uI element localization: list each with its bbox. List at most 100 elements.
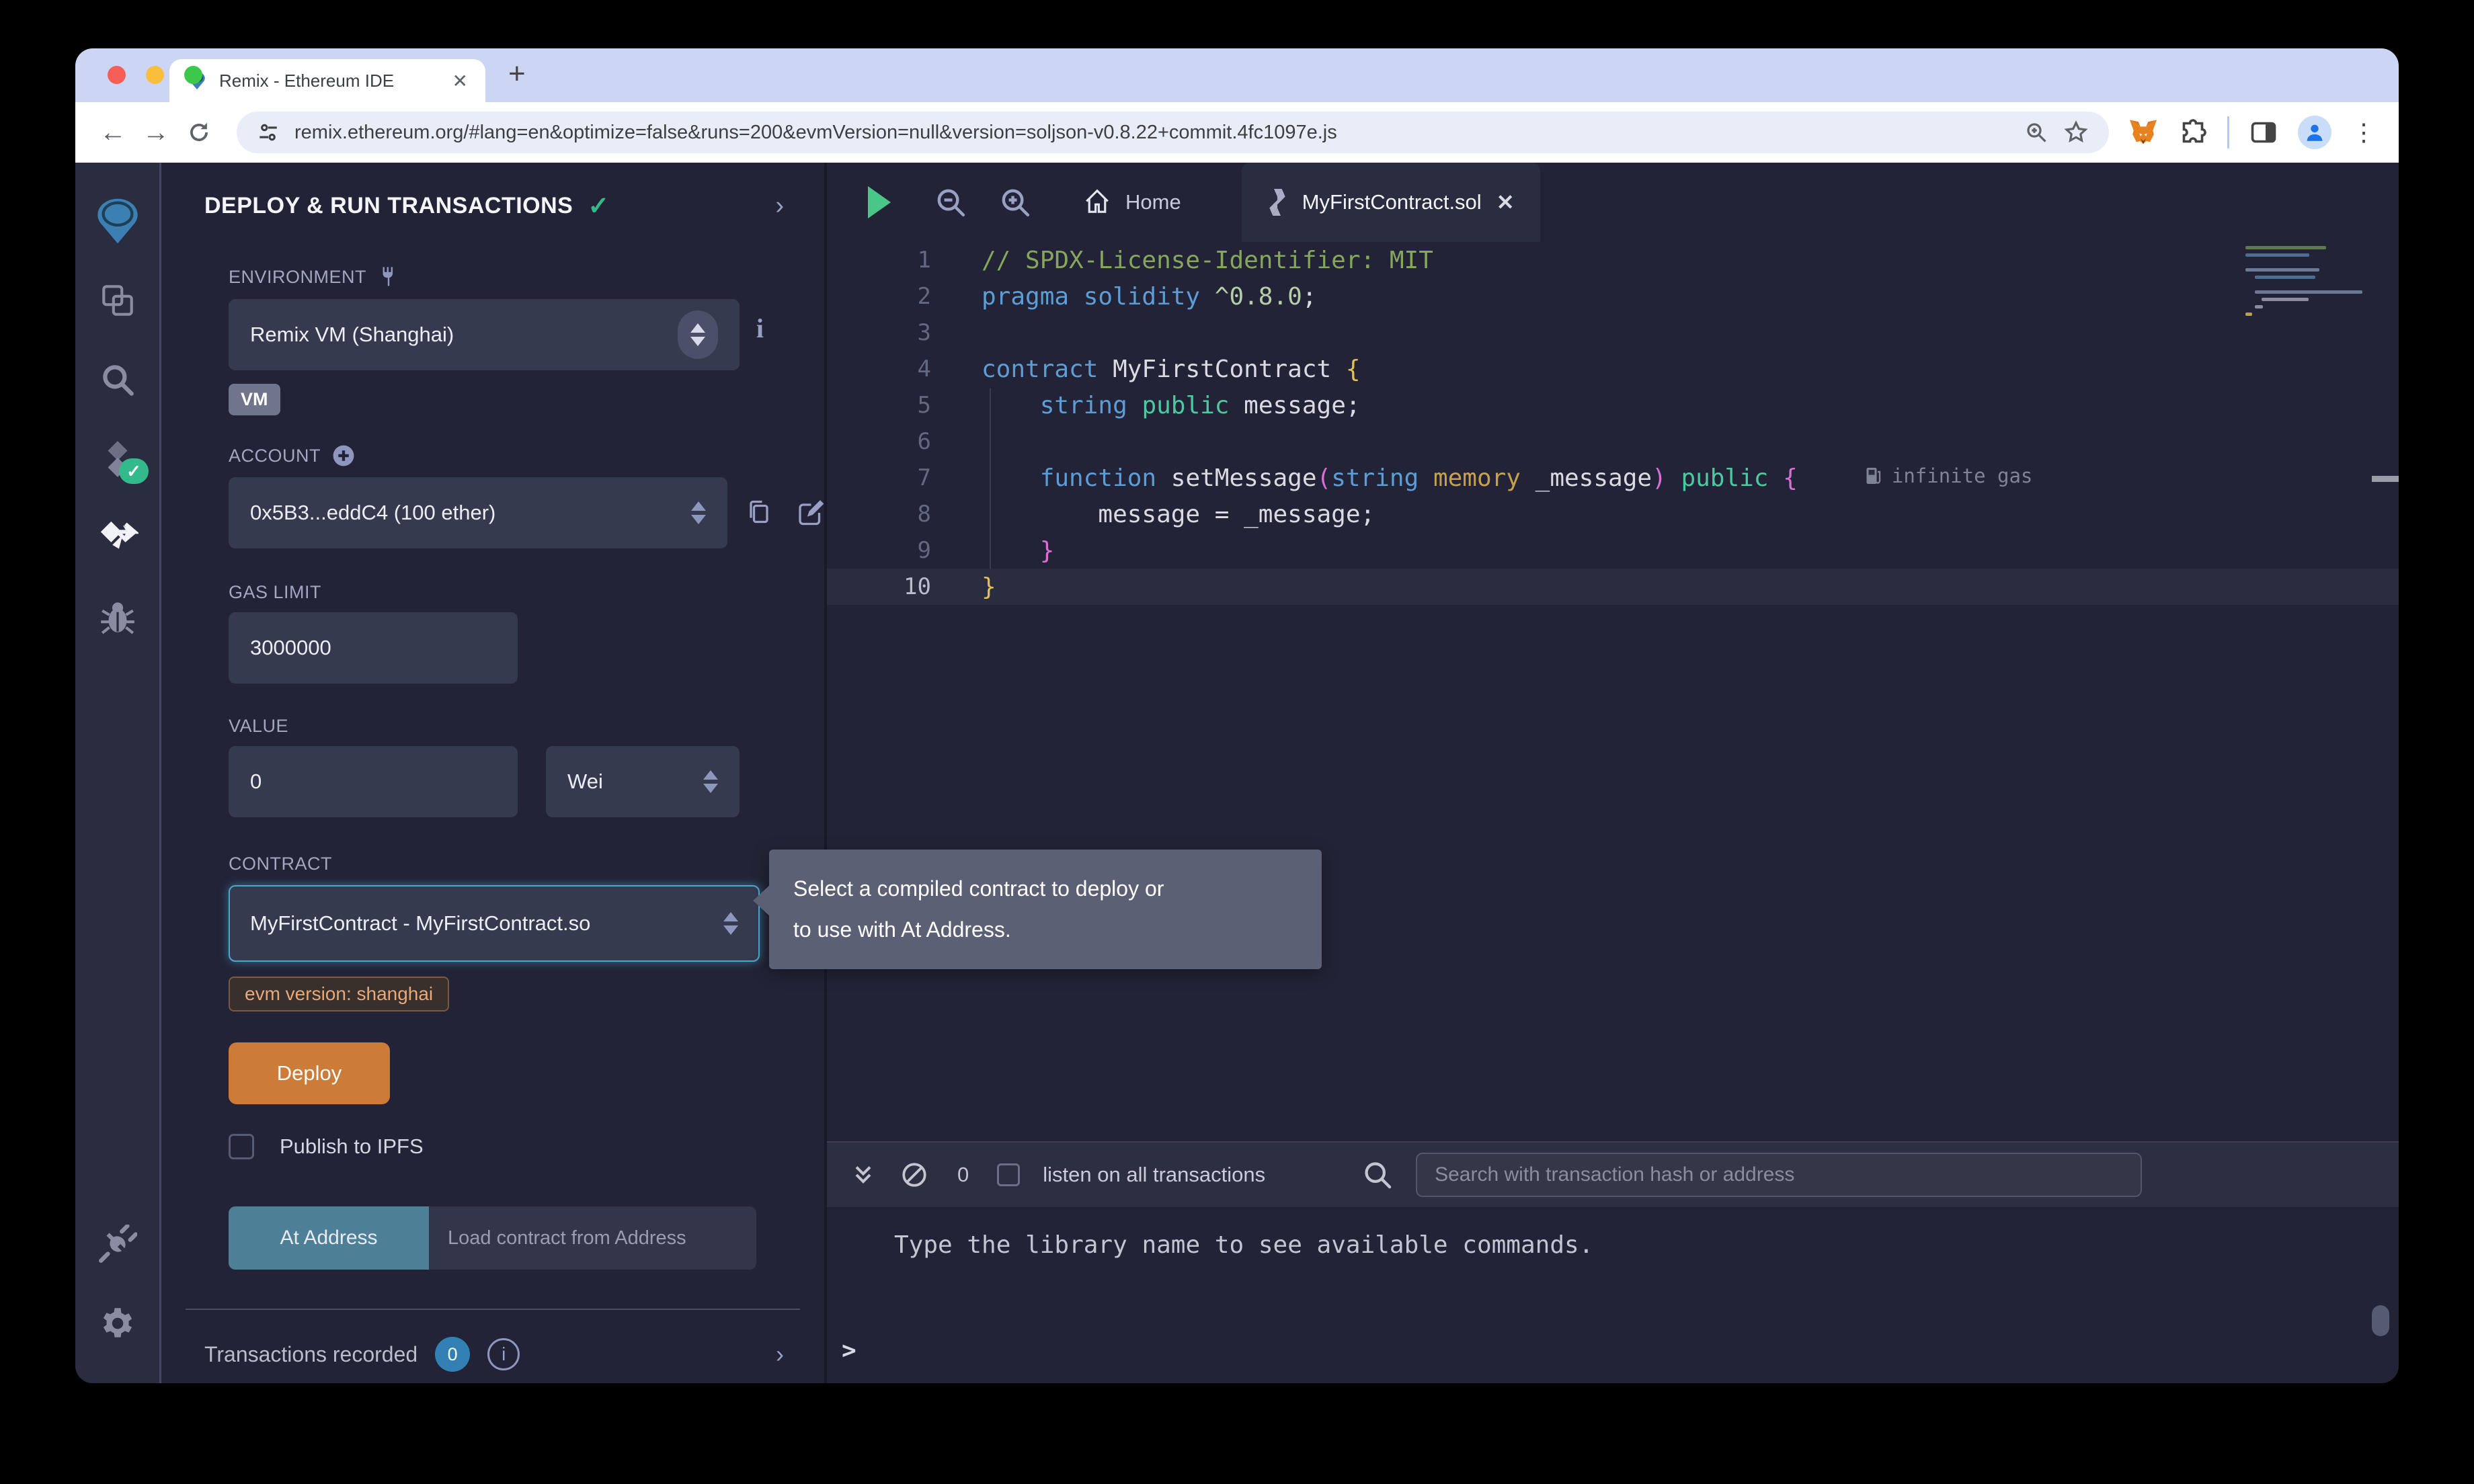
transactions-recorded-label: Transactions recorded	[204, 1342, 417, 1367]
account-add-icon[interactable]	[331, 444, 356, 468]
zoom-page-icon[interactable]	[2024, 120, 2048, 145]
clear-console-icon[interactable]	[900, 1160, 929, 1190]
code-line-2[interactable]: 2pragma solidity ^0.8.0;	[827, 278, 2399, 315]
value-unit-select[interactable]: Wei	[546, 746, 740, 817]
environment-info-icon[interactable]: i	[756, 313, 764, 344]
terminal-prompt: >	[842, 1337, 856, 1364]
line-number: 10	[827, 573, 931, 600]
sidebar-item-debugger[interactable]	[75, 578, 159, 657]
at-address-input[interactable]	[429, 1206, 756, 1270]
url-text[interactable]: remix.ethereum.org/#lang=en&optimize=fal…	[294, 122, 2009, 144]
code-text: }	[931, 573, 996, 601]
run-script-icon[interactable]	[862, 183, 895, 221]
side-panel-icon[interactable]	[2249, 118, 2278, 147]
panel-check-icon: ✓	[588, 191, 609, 221]
listen-transactions-checkbox[interactable]	[997, 1163, 1020, 1186]
profile-avatar[interactable]	[2298, 116, 2331, 149]
bookmark-star-icon[interactable]	[2063, 120, 2089, 145]
toolbar-divider	[2227, 116, 2229, 149]
transactions-info-icon[interactable]: i	[487, 1338, 520, 1370]
file-tab-label: MyFirstContract.sol	[1302, 190, 1482, 214]
contract-tooltip: Select a compiled contract to deploy or …	[769, 850, 1322, 969]
terminal-scrollbar-thumb[interactable]	[2372, 1305, 2389, 1336]
copy-account-icon[interactable]	[745, 499, 773, 527]
editor-scrollbar-marker[interactable]	[2372, 476, 2399, 482]
edit-account-icon[interactable]	[796, 499, 824, 527]
forward-icon[interactable]: →	[137, 118, 175, 148]
metamask-icon[interactable]	[2128, 117, 2159, 148]
terminal-message: Type the library name to see available c…	[894, 1231, 2399, 1259]
terminal-count: 0	[957, 1163, 969, 1187]
terminal-search-input[interactable]	[1416, 1153, 2142, 1197]
code-line-5[interactable]: 5 string public message;	[827, 387, 2399, 423]
at-address-button[interactable]: At Address	[229, 1206, 429, 1270]
collapse-terminal-icon[interactable]	[850, 1161, 877, 1188]
browser-toolbar: ← → remix.ethereum.org/#lang=en&optimize…	[75, 102, 2399, 163]
terminal: 0 listen on all transactions Type the li…	[827, 1141, 2399, 1383]
transactions-recorded-row[interactable]: Transactions recorded 0 i ›	[204, 1337, 784, 1372]
sidebar-item-file-explorer[interactable]	[75, 261, 159, 340]
environment-plug-icon[interactable]	[377, 265, 400, 288]
home-icon	[1082, 188, 1112, 217]
url-bar[interactable]: remix.ethereum.org/#lang=en&optimize=fal…	[237, 112, 2109, 153]
sidebar-item-plugin-manager[interactable]	[75, 1204, 159, 1284]
environment-value: Remix VM (Shanghai)	[250, 323, 454, 347]
sidebar-item-solidity-compiler[interactable]: ✓	[75, 419, 159, 499]
browser-tab[interactable]: Remix - Ethereum IDE ✕	[169, 59, 485, 102]
back-icon[interactable]: ←	[94, 118, 132, 148]
tab-home[interactable]: Home	[1082, 188, 1181, 217]
close-window-button[interactable]	[108, 66, 126, 84]
file-tab-close-icon[interactable]: ✕	[1497, 190, 1515, 215]
site-settings-icon[interactable]	[257, 121, 280, 144]
panel-expand-icon[interactable]: ›	[775, 192, 784, 220]
transactions-count-badge: 0	[435, 1337, 470, 1372]
zoom-in-icon[interactable]	[999, 186, 1031, 218]
code-line-6[interactable]: 6	[827, 423, 2399, 460]
contract-select-arrows-icon	[723, 912, 738, 935]
tab-close-icon[interactable]: ✕	[452, 70, 468, 92]
deploy-button[interactable]: Deploy	[229, 1042, 390, 1104]
environment-select[interactable]: Remix VM (Shanghai)	[229, 299, 740, 370]
solidity-file-icon	[1267, 189, 1287, 216]
code-line-7[interactable]: 7 function setMessage(string memory _mes…	[827, 460, 2399, 496]
minimize-window-button[interactable]	[146, 66, 164, 84]
code-text: // SPDX-License-Identifier: MIT	[931, 247, 1433, 274]
reload-icon[interactable]	[180, 120, 218, 145]
publish-ipfs-checkbox[interactable]	[229, 1134, 254, 1159]
tab-myfirstcontract[interactable]: MyFirstContract.sol ✕	[1242, 163, 1540, 242]
code-line-4[interactable]: 4contract MyFirstContract {	[827, 351, 2399, 387]
menu-dots-icon[interactable]: ⋮	[2352, 126, 2376, 139]
gas-limit-label: GAS LIMIT	[229, 582, 824, 603]
code-line-3[interactable]: 3	[827, 315, 2399, 351]
line-number: 5	[827, 392, 931, 419]
contract-select[interactable]: MyFirstContract - MyFirstContract.so	[229, 885, 760, 962]
code-line-1[interactable]: 1// SPDX-License-Identifier: MIT	[827, 242, 2399, 278]
icon-sidebar: ✓	[75, 163, 161, 1383]
sidebar-item-search[interactable]	[75, 340, 159, 419]
contract-value: MyFirstContract - MyFirstContract.so	[250, 911, 590, 936]
editor-minimap[interactable]	[2245, 246, 2368, 320]
code-line-9[interactable]: 9 }	[827, 532, 2399, 569]
remix-logo-icon[interactable]	[75, 181, 159, 261]
value-input[interactable]	[229, 746, 518, 817]
environment-select-arrows-icon	[678, 311, 718, 359]
code-line-10[interactable]: 10}	[827, 569, 2399, 605]
zoom-out-icon[interactable]	[934, 186, 967, 218]
environment-label: ENVIRONMENT	[229, 267, 366, 288]
sidebar-item-deploy-and-run[interactable]	[75, 499, 159, 578]
extensions-puzzle-icon[interactable]	[2179, 118, 2207, 147]
code-text: contract MyFirstContract {	[931, 356, 1361, 383]
new-tab-button[interactable]: +	[508, 54, 526, 94]
terminal-body[interactable]: Type the library name to see available c…	[827, 1207, 2399, 1383]
code-editor[interactable]: 1// SPDX-License-Identifier: MIT2pragma …	[827, 242, 2399, 1141]
transactions-expand-icon[interactable]: ›	[776, 1340, 784, 1368]
account-select[interactable]: 0x5B3...eddC4 (100 ether)	[229, 477, 727, 548]
code-text: string public message;	[931, 392, 1361, 419]
zoom-window-button[interactable]	[184, 66, 202, 84]
sidebar-item-settings[interactable]	[75, 1284, 159, 1363]
indent-guide	[990, 388, 991, 569]
tooltip-text-line1: Select a compiled contract to deploy or	[793, 868, 1298, 909]
value-label: VALUE	[229, 716, 824, 737]
gas-limit-input[interactable]	[229, 612, 518, 684]
code-line-8[interactable]: 8 message = _message;	[827, 496, 2399, 532]
